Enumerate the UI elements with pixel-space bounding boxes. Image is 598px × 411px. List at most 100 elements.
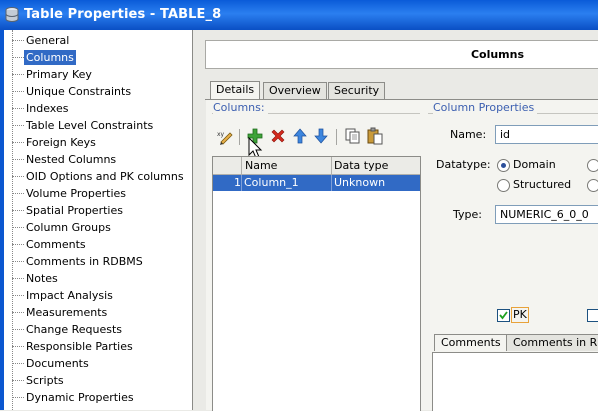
tree-connector — [12, 261, 24, 262]
tree-connector — [12, 108, 24, 109]
row-column-name[interactable]: Column_1 — [244, 176, 299, 190]
tree-item-general[interactable]: General — [4, 32, 192, 49]
tree-item-label: Dynamic Properties — [26, 391, 134, 404]
tree-connector — [12, 278, 24, 279]
tab-comments[interactable]: Comments — [434, 334, 508, 351]
tree-item-dynamic-properties[interactable]: Dynamic Properties — [4, 389, 192, 406]
tree-item-label: Column Groups — [26, 221, 111, 234]
tree-item-columns[interactable]: Columns — [4, 49, 192, 66]
grid-column-divider — [241, 157, 242, 174]
columns-group-title: Columns: — [213, 101, 268, 114]
tree-item-label: Spatial Properties — [26, 204, 123, 217]
datatype-structured-label[interactable]: Structured — [513, 178, 571, 191]
splitter[interactable] — [193, 30, 204, 410]
datatype-domain-label[interactable]: Domain — [513, 158, 556, 171]
tree-item-label: Foreign Keys — [26, 136, 96, 149]
tree-item-indexes[interactable]: Indexes — [4, 100, 192, 117]
tree-connector — [12, 193, 24, 194]
tree-item-oid-options-and-pk-columns[interactable]: OID Options and PK columns — [4, 168, 192, 185]
tree-item-primary-key[interactable]: Primary Key — [4, 66, 192, 83]
move-up-icon[interactable] — [291, 127, 309, 145]
tree-item-label: Nested Columns — [26, 153, 117, 166]
tree-connector — [12, 142, 24, 143]
tree-item-volume-properties[interactable]: Volume Properties — [4, 185, 192, 202]
tree-item-label: Unique Constraints — [26, 85, 132, 98]
tree-item-notes[interactable]: Notes — [4, 270, 192, 287]
copy-icon[interactable] — [344, 127, 362, 145]
name-input[interactable]: id — [495, 125, 598, 144]
paste-icon[interactable] — [366, 127, 384, 145]
row-data-type[interactable]: Unknown — [334, 176, 385, 190]
move-down-icon[interactable] — [312, 127, 330, 145]
tree-item-spatial-properties[interactable]: Spatial Properties — [4, 202, 192, 219]
tree-item-label: Comments in RDBMS — [26, 255, 143, 268]
tree-item-change-requests[interactable]: Change Requests — [4, 321, 192, 338]
title-bar: Table Properties - TABLE_8 — [0, 0, 598, 30]
tree-item-label: Measurements — [26, 306, 108, 319]
tree-item-label: Indexes — [26, 102, 69, 115]
tree-item-scripts[interactable]: Scripts — [4, 372, 192, 389]
tree-connector — [12, 74, 24, 75]
cell-divider — [241, 175, 242, 191]
tree-item-label: Scripts — [26, 374, 64, 387]
row-index: 1 — [234, 176, 241, 189]
tree-item-label: Documents — [26, 357, 89, 370]
tree-connector — [12, 176, 24, 177]
pk-label[interactable]: PK — [511, 307, 529, 323]
grid-header: Name Data type — [213, 157, 420, 175]
datatype-other-radio[interactable] — [587, 179, 598, 192]
type-select[interactable]: NUMERIC_6_0_0 — [495, 205, 598, 224]
other-checkbox[interactable] — [587, 309, 598, 322]
tree-item-comments[interactable]: Comments — [4, 236, 192, 253]
tree-connector — [12, 346, 24, 347]
grid-column-divider — [331, 157, 332, 174]
tree-item-column-groups[interactable]: Column Groups — [4, 219, 192, 236]
tree-connector — [12, 380, 24, 381]
tree-item-table-level-constraints[interactable]: Table Level Constraints — [4, 117, 192, 134]
column-properties-title: Column Properties — [433, 101, 538, 114]
tab-overview[interactable]: Overview — [263, 82, 327, 99]
datatype-other-radio[interactable] — [587, 159, 598, 172]
tree-connector — [12, 363, 24, 364]
tree-connector — [12, 159, 24, 160]
tree-item-unique-constraints[interactable]: Unique Constraints — [4, 83, 192, 100]
tree-item-label: Volume Properties — [26, 187, 126, 200]
type-label: Type: — [453, 208, 482, 221]
cell-divider — [331, 175, 332, 191]
tree-connector — [12, 91, 24, 92]
tree-item-nested-columns[interactable]: Nested Columns — [4, 151, 192, 168]
edit-icon[interactable]: xy — [216, 127, 234, 145]
tree-item-label: Impact Analysis — [26, 289, 113, 302]
tree-connector — [12, 227, 24, 228]
tree-item-label: Primary Key — [26, 68, 92, 81]
pk-checkbox[interactable] — [497, 309, 510, 322]
tree-item-label: OID Options and PK columns — [26, 170, 184, 183]
tree-item-label: Change Requests — [26, 323, 123, 336]
datatype-domain-radio[interactable] — [497, 159, 510, 172]
datatype-label: Datatype: — [436, 158, 491, 171]
tree-item-impact-analysis[interactable]: Impact Analysis — [4, 287, 192, 304]
property-tree[interactable]: General Columns Primary Key Unique Constrai… — [4, 30, 193, 410]
columns-grid[interactable]: Name Data type 1 Column_1 Unknown — [212, 156, 421, 411]
delete-column-icon[interactable] — [269, 127, 287, 145]
tab-details[interactable]: Details — [210, 81, 261, 100]
table-row[interactable]: 1 Column_1 Unknown — [213, 175, 420, 191]
tab-security[interactable]: Security — [328, 82, 386, 99]
section-header: Columns — [205, 40, 598, 69]
tree-item-responsible-parties[interactable]: Responsible Parties — [4, 338, 192, 355]
tree-item-label: Table Level Constraints — [26, 119, 154, 132]
toolbar-separator — [239, 129, 240, 145]
grid-header-name[interactable]: Name — [245, 158, 277, 173]
tree-item-comments-in-rdbms[interactable]: Comments in RDBMS — [4, 253, 192, 270]
grid-header-datatype[interactable]: Data type — [334, 158, 388, 173]
tree-connector — [12, 295, 24, 296]
tree-item-label: Responsible Parties — [26, 340, 133, 353]
tree-item-foreign-keys[interactable]: Foreign Keys — [4, 134, 192, 151]
tree-connector — [12, 312, 24, 313]
tree-connector — [12, 40, 24, 41]
tree-item-measurements[interactable]: Measurements — [4, 304, 192, 321]
tree-item-documents[interactable]: Documents — [4, 355, 192, 372]
datatype-structured-radio[interactable] — [497, 179, 510, 192]
tab-comments-in-rdbms[interactable]: Comments in RDBMS — [506, 334, 598, 351]
comments-textarea[interactable] — [432, 352, 598, 411]
